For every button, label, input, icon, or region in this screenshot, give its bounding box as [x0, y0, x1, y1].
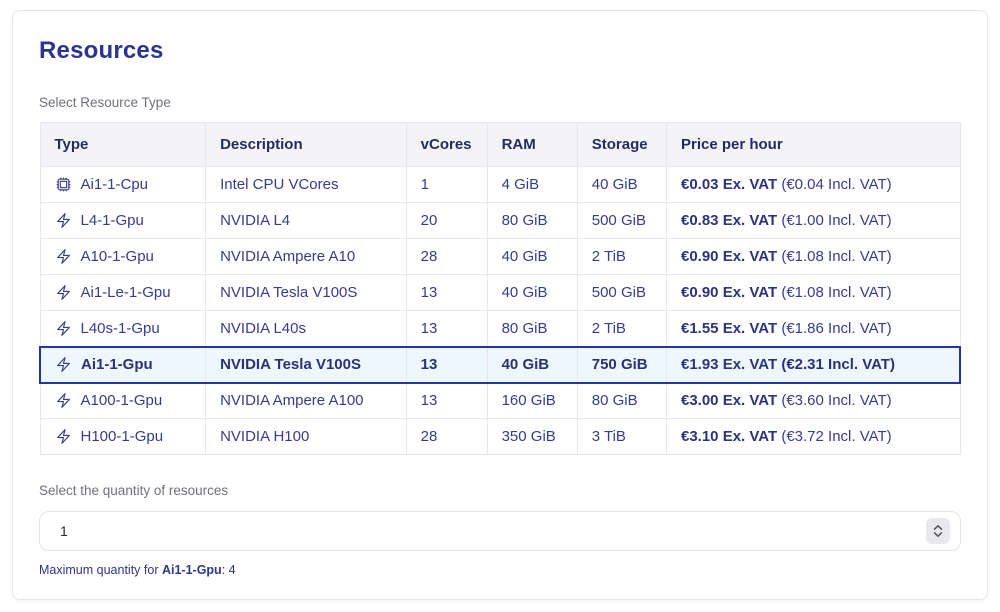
resource-price: €0.90 Ex. VAT (€1.08 Incl. VAT): [666, 239, 960, 275]
header-storage: Storage: [577, 123, 666, 167]
resource-table-body: Ai1-1-Cpu Intel CPU VCores 1 4 GiB 40 Gi…: [40, 167, 960, 455]
resource-price: €0.90 Ex. VAT (€1.08 Incl. VAT): [666, 275, 960, 311]
resource-type-value: H100-1-Gpu: [81, 428, 164, 445]
cpu-chip-icon: [55, 176, 72, 193]
bolt-icon: [55, 356, 72, 373]
resource-ram: 40 GiB: [487, 347, 577, 383]
header-type: Type: [40, 123, 206, 167]
resource-vcores: 13: [406, 275, 487, 311]
resources-card: Resources Select Resource Type Type Desc…: [12, 10, 988, 600]
resource-vcores: 13: [406, 311, 487, 347]
resource-type-value: A10-1-Gpu: [81, 248, 154, 265]
resource-ram: 80 GiB: [487, 311, 577, 347]
resource-vcores: 28: [406, 239, 487, 275]
quantity-input[interactable]: [39, 511, 961, 551]
resource-type-label: Select Resource Type: [39, 95, 961, 110]
resource-ram: 40 GiB: [487, 239, 577, 275]
resource-storage: 3 TiB: [577, 419, 666, 455]
quantity-field: [39, 511, 961, 551]
page-title: Resources: [39, 37, 961, 65]
header-price: Price per hour: [666, 123, 960, 167]
resource-storage: 2 TiB: [577, 239, 666, 275]
quantity-label: Select the quantity of resources: [39, 483, 961, 498]
table-row[interactable]: L4-1-Gpu NVIDIA L4 20 80 GiB 500 GiB €0.…: [40, 203, 960, 239]
resource-price: €0.83 Ex. VAT (€1.00 Incl. VAT): [666, 203, 960, 239]
resource-price: €1.93 Ex. VAT (€2.31 Incl. VAT): [666, 347, 960, 383]
bolt-icon: [55, 284, 72, 301]
table-row[interactable]: A10-1-Gpu NVIDIA Ampere A10 28 40 GiB 2 …: [40, 239, 960, 275]
bolt-icon: [55, 428, 72, 445]
table-row[interactable]: H100-1-Gpu NVIDIA H100 28 350 GiB 3 TiB …: [40, 419, 960, 455]
resource-storage: 2 TiB: [577, 311, 666, 347]
resource-price: €3.10 Ex. VAT (€3.72 Incl. VAT): [666, 419, 960, 455]
table-row[interactable]: L40s-1-Gpu NVIDIA L40s 13 80 GiB 2 TiB €…: [40, 311, 960, 347]
resource-ram: 160 GiB: [487, 383, 577, 419]
quantity-stepper[interactable]: [926, 518, 950, 544]
resource-price: €3.00 Ex. VAT (€3.60 Incl. VAT): [666, 383, 960, 419]
resource-type-value: L40s-1-Gpu: [81, 320, 160, 337]
resource-storage: 500 GiB: [577, 275, 666, 311]
resource-description: NVIDIA L40s: [206, 311, 407, 347]
max-note-prefix: Maximum quantity for: [39, 563, 162, 577]
resource-ram: 350 GiB: [487, 419, 577, 455]
max-quantity-note: Maximum quantity for Ai1-1-Gpu: 4: [39, 563, 961, 577]
resource-storage: 80 GiB: [577, 383, 666, 419]
table-row-selected[interactable]: Ai1-1-Gpu NVIDIA Tesla V100S 13 40 GiB 7…: [40, 347, 960, 383]
resource-ram: 80 GiB: [487, 203, 577, 239]
resource-vcores: 20: [406, 203, 487, 239]
resource-ram: 40 GiB: [487, 275, 577, 311]
resource-description: NVIDIA L4: [206, 203, 407, 239]
resource-storage: 40 GiB: [577, 167, 666, 203]
resource-vcores: 28: [406, 419, 487, 455]
resource-vcores: 13: [406, 347, 487, 383]
bolt-icon: [55, 392, 72, 409]
table-row[interactable]: A100-1-Gpu NVIDIA Ampere A100 13 160 GiB…: [40, 383, 960, 419]
resource-description: NVIDIA H100: [206, 419, 407, 455]
bolt-icon: [55, 248, 72, 265]
resource-type-value: Ai1-Le-1-Gpu: [81, 284, 171, 301]
max-note-suffix: : 4: [222, 563, 236, 577]
bolt-icon: [55, 320, 72, 337]
resource-storage: 500 GiB: [577, 203, 666, 239]
header-vcores: vCores: [406, 123, 487, 167]
resource-description: NVIDIA Tesla V100S: [206, 347, 407, 383]
resource-type-value: Ai1-1-Gpu: [81, 356, 153, 373]
resource-price: €0.03 Ex. VAT (€0.04 Incl. VAT): [666, 167, 960, 203]
resource-vcores: 1: [406, 167, 487, 203]
resource-price: €1.55 Ex. VAT (€1.86 Incl. VAT): [666, 311, 960, 347]
chevron-up-down-icon: [932, 523, 944, 539]
resource-description: NVIDIA Ampere A10: [206, 239, 407, 275]
header-ram: RAM: [487, 123, 577, 167]
resource-vcores: 13: [406, 383, 487, 419]
resource-table: Type Description vCores RAM Storage Pric…: [39, 122, 961, 455]
max-note-resource: Ai1-1-Gpu: [162, 563, 222, 577]
resource-description: NVIDIA Tesla V100S: [206, 275, 407, 311]
bolt-icon: [55, 212, 72, 229]
table-row[interactable]: Ai1-1-Cpu Intel CPU VCores 1 4 GiB 40 Gi…: [40, 167, 960, 203]
header-description: Description: [206, 123, 407, 167]
resource-storage: 750 GiB: [577, 347, 666, 383]
resource-description: NVIDIA Ampere A100: [206, 383, 407, 419]
resource-type-value: L4-1-Gpu: [81, 212, 144, 229]
resource-description: Intel CPU VCores: [206, 167, 407, 203]
table-header-row: Type Description vCores RAM Storage Pric…: [40, 123, 960, 167]
resource-ram: 4 GiB: [487, 167, 577, 203]
resource-type-value: A100-1-Gpu: [81, 392, 163, 409]
resource-type-value: Ai1-1-Cpu: [81, 176, 149, 193]
table-row[interactable]: Ai1-Le-1-Gpu NVIDIA Tesla V100S 13 40 Gi…: [40, 275, 960, 311]
